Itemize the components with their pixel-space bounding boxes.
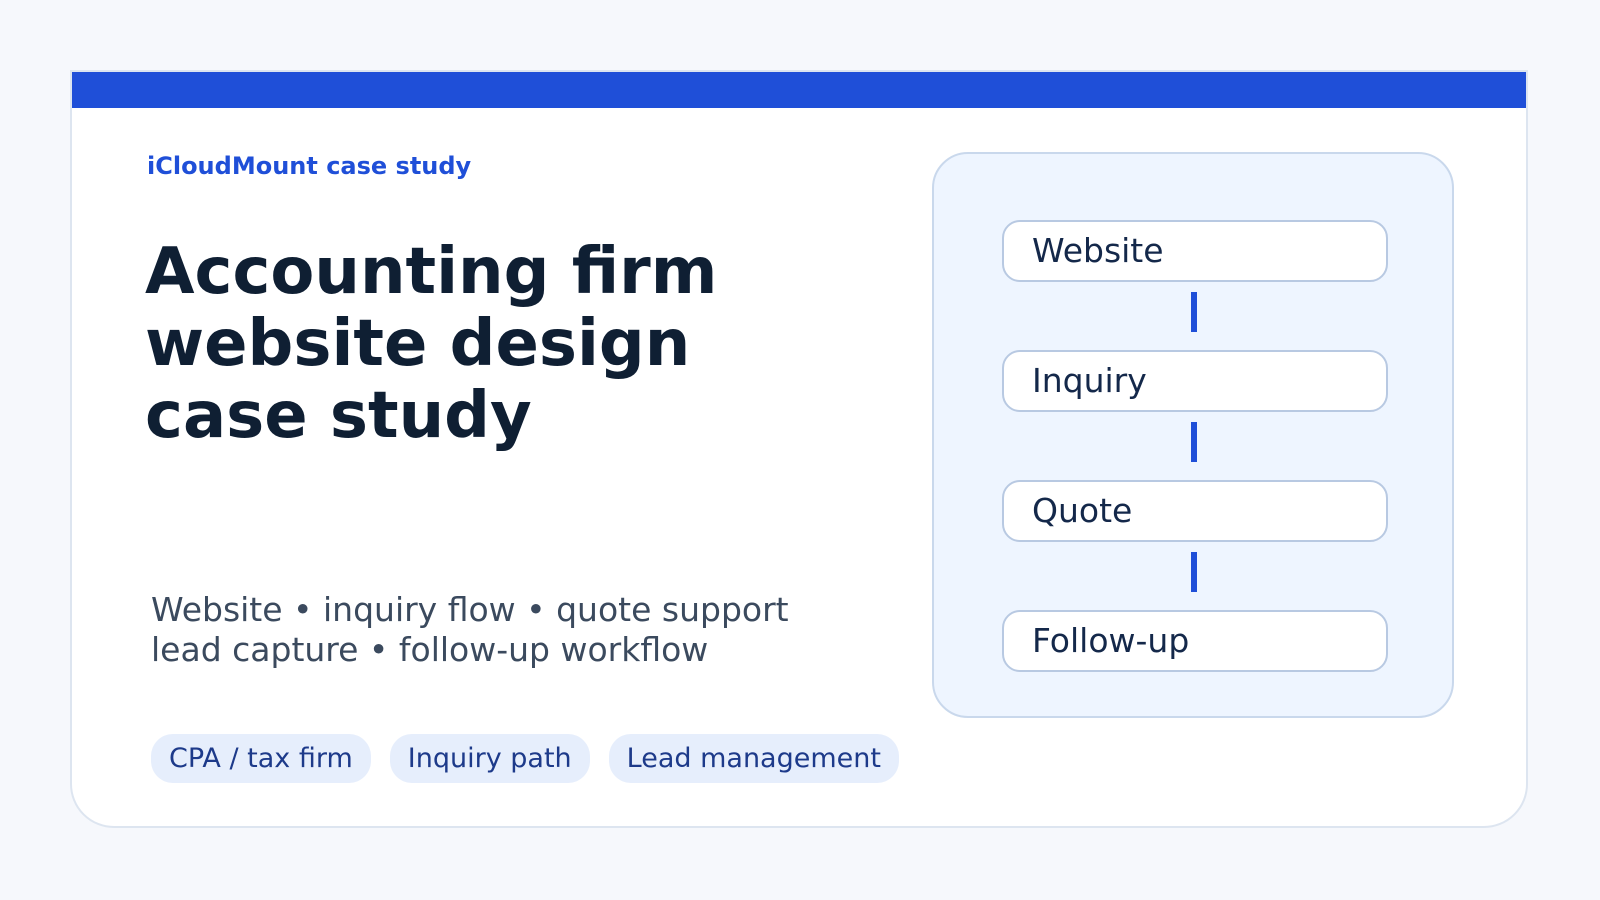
flow-connector-2 xyxy=(1191,422,1197,462)
tag-lead-management: Lead management xyxy=(608,734,899,783)
flow-step-follow-up: Follow-up xyxy=(1002,610,1388,672)
case-study-card: iCloudMount case study Accounting firm w… xyxy=(70,70,1528,828)
tag-cpa-tax-firm: CPA / tax firm xyxy=(151,734,371,783)
eyebrow-label: iCloudMount case study xyxy=(147,152,472,180)
flow-step-inquiry: Inquiry xyxy=(1002,350,1388,412)
flow-connector-1 xyxy=(1191,292,1197,332)
tag-list: CPA / tax firm Inquiry path Lead managem… xyxy=(151,734,899,783)
subtitle-line-2: lead capture • follow-up workflow xyxy=(151,630,709,669)
tag-inquiry-path: Inquiry path xyxy=(389,734,590,783)
flow-step-website: Website xyxy=(1002,220,1388,282)
title-line-1: Accounting firm xyxy=(145,235,718,309)
title-line-3: case study xyxy=(145,379,532,453)
flow-diagram: Website Inquiry Quote Follow-up xyxy=(932,152,1454,718)
subtitle: Website • inquiry flow • quote support l… xyxy=(151,590,789,670)
flow-step-quote: Quote xyxy=(1002,480,1388,542)
flow-connector-3 xyxy=(1191,552,1197,592)
title-line-2: website design xyxy=(145,307,691,381)
subtitle-line-1: Website • inquiry flow • quote support xyxy=(151,590,789,629)
page-title: Accounting firm website design case stud… xyxy=(145,236,717,452)
accent-top-bar xyxy=(72,72,1526,108)
